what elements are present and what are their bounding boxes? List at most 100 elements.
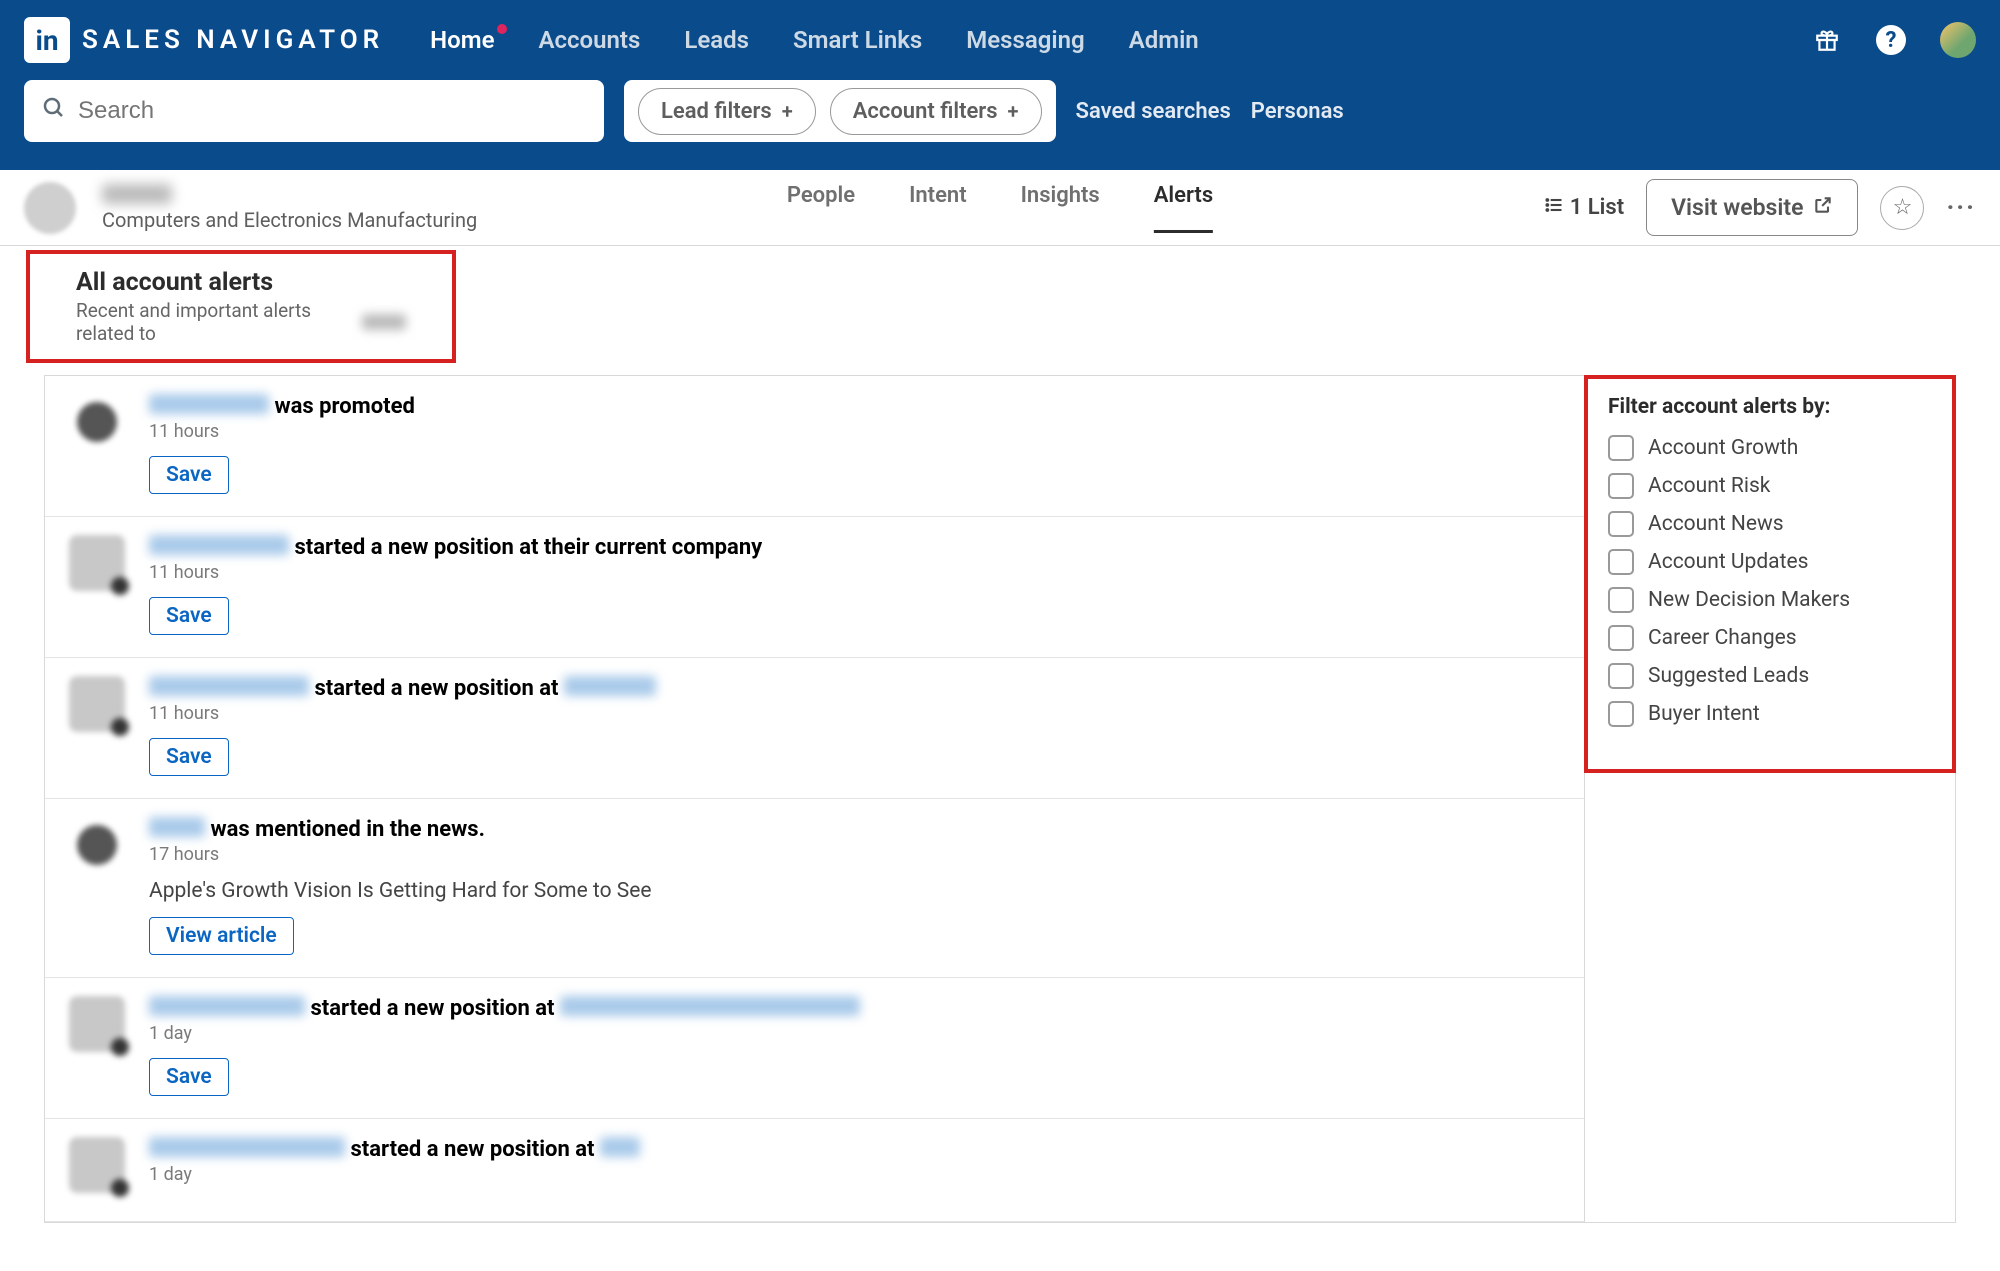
page-subtitle-prefix: Recent and important alerts related to: [76, 299, 358, 345]
checkbox-icon[interactable]: [1608, 473, 1634, 499]
user-avatar[interactable]: [1940, 22, 1976, 58]
list-link[interactable]: 1 List: [1544, 195, 1624, 221]
checkbox-icon[interactable]: [1608, 701, 1634, 727]
search-input[interactable]: [78, 97, 586, 125]
filter-option[interactable]: Account Risk: [1608, 473, 1932, 499]
redacted-person-link[interactable]: [149, 817, 205, 837]
filter-option[interactable]: Account Updates: [1608, 549, 1932, 575]
save-button[interactable]: Save: [149, 597, 229, 635]
redacted-person-link[interactable]: [149, 394, 269, 414]
feed-headline: started a new position at: [149, 996, 1560, 1021]
tab-intent[interactable]: Intent: [909, 183, 967, 233]
feed-headline: was promoted: [149, 394, 1560, 419]
feed-item: started a new position at 1 day: [45, 1119, 1584, 1222]
feed-timestamp: 11 hours: [149, 703, 1560, 724]
checkbox-icon[interactable]: [1608, 625, 1634, 651]
feed-avatar[interactable]: [69, 996, 125, 1052]
filter-option-label: New Decision Makers: [1648, 588, 1850, 612]
search-box[interactable]: [24, 80, 604, 142]
feed-body: started a new position at 11 hours Save: [149, 676, 1560, 776]
feed-headline-text: started a new position at: [310, 996, 554, 1021]
checkbox-icon[interactable]: [1608, 587, 1634, 613]
bookmark-button[interactable]: ☆: [1880, 186, 1924, 230]
filter-option[interactable]: Suggested Leads: [1608, 663, 1932, 689]
tab-alerts[interactable]: Alerts: [1154, 183, 1213, 233]
checkbox-icon[interactable]: [1608, 549, 1634, 575]
feed-timestamp: 11 hours: [149, 421, 1560, 442]
save-button[interactable]: Save: [149, 456, 229, 494]
feed-body: started a new position at their current …: [149, 535, 1560, 635]
filter-option[interactable]: Account News: [1608, 511, 1932, 537]
personas-link[interactable]: Personas: [1251, 99, 1344, 124]
feed-avatar[interactable]: [69, 535, 125, 591]
redacted-person-link[interactable]: [149, 535, 289, 555]
list-label: 1 List: [1570, 195, 1624, 220]
saved-searches-link[interactable]: Saved searches: [1076, 99, 1231, 124]
filter-option[interactable]: Account Growth: [1608, 435, 1932, 461]
company-logo[interactable]: [24, 182, 76, 234]
feed-item: was mentioned in the news.17 hoursApple'…: [45, 799, 1584, 978]
account-filters-button[interactable]: Account filters +: [830, 88, 1042, 135]
checkbox-icon[interactable]: [1608, 511, 1634, 537]
save-button[interactable]: Save: [149, 1058, 229, 1096]
subheader-right: 1 List Visit website ☆ ···: [1544, 179, 1976, 236]
feed-avatar[interactable]: [69, 1137, 125, 1193]
feed-body: started a new position at 1 daySave: [149, 996, 1560, 1096]
feed-body: started a new position at 1 day: [149, 1137, 1560, 1199]
nav-smart-links[interactable]: Smart Links: [793, 26, 922, 54]
feed-headline-text: was promoted: [274, 394, 414, 419]
redacted-person-link[interactable]: [149, 1137, 345, 1157]
notification-dot-icon: [497, 24, 507, 34]
redacted-company-link[interactable]: [600, 1137, 640, 1157]
feed-item: started a new position at their current …: [45, 517, 1584, 658]
external-link-icon: [1813, 194, 1833, 221]
feed-item: started a new position at 11 hours Save: [45, 658, 1584, 799]
nav-home[interactable]: Home: [430, 26, 494, 54]
linkedin-logo-icon[interactable]: in: [24, 17, 70, 63]
search-row: Lead filters + Account filters + Saved s…: [0, 80, 2000, 170]
redacted-company-link[interactable]: [560, 996, 860, 1016]
tab-insights[interactable]: Insights: [1021, 183, 1100, 233]
company-name: [102, 184, 172, 204]
tab-people[interactable]: People: [787, 183, 855, 233]
filter-option[interactable]: New Decision Makers: [1608, 587, 1932, 613]
filter-option[interactable]: Buyer Intent: [1608, 701, 1932, 727]
redacted-company-name: [362, 314, 406, 330]
checkbox-icon[interactable]: [1608, 663, 1634, 689]
lead-filters-label: Lead filters: [661, 99, 772, 124]
visit-website-button[interactable]: Visit website: [1646, 179, 1858, 236]
ellipsis-icon: ···: [1946, 193, 1976, 223]
nav-accounts[interactable]: Accounts: [539, 26, 641, 54]
company-block: Computers and Electronics Manufacturing: [24, 182, 477, 234]
filter-panel-highlight: Filter account alerts by: Account Growth…: [1584, 375, 1956, 773]
feed-headline-text: started a new position at: [314, 676, 558, 701]
plus-icon: +: [1008, 99, 1019, 123]
feed-item: started a new position at 1 daySave: [45, 978, 1584, 1119]
feed-avatar[interactable]: [69, 676, 125, 732]
help-icon[interactable]: ?: [1876, 25, 1906, 55]
feed-snippet: Apple's Growth Vision Is Getting Hard fo…: [149, 879, 1560, 903]
gift-icon[interactable]: [1812, 25, 1842, 55]
filter-pills: Lead filters + Account filters +: [624, 80, 1056, 142]
nav-home-label: Home: [430, 26, 494, 54]
save-button[interactable]: Save: [149, 738, 229, 776]
lead-filters-button[interactable]: Lead filters +: [638, 88, 816, 135]
view-article-button[interactable]: View article: [149, 917, 294, 955]
nav-leads[interactable]: Leads: [684, 26, 749, 54]
account-filters-label: Account filters: [853, 99, 998, 124]
nav-messaging[interactable]: Messaging: [966, 26, 1084, 54]
account-subheader: Computers and Electronics Manufacturing …: [0, 170, 2000, 246]
feed-headline: started a new position at: [149, 1137, 1560, 1162]
nav-admin[interactable]: Admin: [1129, 26, 1199, 54]
feed-avatar[interactable]: [77, 825, 117, 865]
top-nav: in SALES NAVIGATOR Home Accounts Leads S…: [0, 0, 2000, 80]
more-menu-button[interactable]: ···: [1946, 193, 1976, 223]
redacted-person-link[interactable]: [149, 996, 305, 1016]
redacted-person-link[interactable]: [149, 676, 309, 696]
feed-headline: was mentioned in the news.: [149, 817, 1560, 842]
feed-avatar[interactable]: [77, 402, 117, 442]
redacted-company-link[interactable]: [564, 676, 656, 696]
checkbox-icon[interactable]: [1608, 435, 1634, 461]
filter-option[interactable]: Career Changes: [1608, 625, 1932, 651]
company-meta: Computers and Electronics Manufacturing: [102, 184, 477, 232]
